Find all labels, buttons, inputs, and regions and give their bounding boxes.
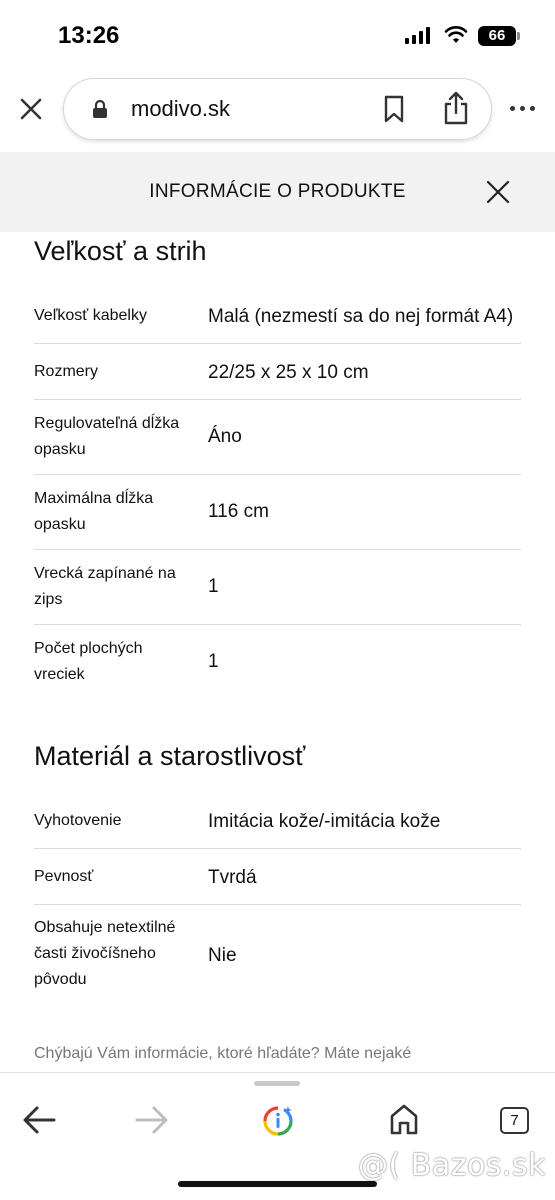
wifi-icon [444,26,468,43]
share-icon[interactable] [442,91,470,125]
lock-icon [93,99,107,118]
watermark-logo: @( Bazos.sk [358,1148,546,1183]
spec-label: Rozmery [34,363,99,380]
drag-handle[interactable] [254,1081,300,1086]
table-row: Pevnosť Tvrdá [34,849,521,905]
table-row: Rozmery 22/25 x 25 x 10 cm [34,344,521,400]
url-text: modivo.sk [131,96,231,121]
panel-title: INFORMÁCIE O PRODUKTE [149,181,406,202]
google-lens-icon[interactable] [262,1105,294,1137]
spec-value: Tvrdá [208,867,257,888]
status-bar: 13:26 66 [0,0,555,72]
spec-label: Regulovateľná dĺžka opasku [34,415,180,458]
status-time: 13:26 [58,22,120,49]
table-row: Obsahuje netextilné časti živočíšneho pô… [34,905,521,1005]
spec-label: Maximálna dĺžka opasku [34,490,154,533]
forward-arrow-icon[interactable] [135,1105,169,1135]
table-row: Vrecká zapínané na zips 1 [34,550,521,625]
address-bar[interactable]: modivo.sk [63,78,492,140]
spec-value: Malá (nezmestí sa do nej formát A4) [208,306,514,327]
spec-value: Imitácia kože/-imitácia kože [208,811,441,832]
missing-info-note: Chýbajú Vám informácie, ktoré hľadáte? M… [34,1045,412,1062]
tabs-count-button[interactable]: 7 [500,1107,529,1134]
spec-value: Nie [208,945,237,966]
product-info-header: INFORMÁCIE O PRODUKTE [0,152,555,232]
spec-label: Počet plochých vreciek [34,640,143,683]
battery-tip [517,32,520,40]
back-arrow-icon[interactable] [22,1105,56,1135]
spec-value: 22/25 x 25 x 10 cm [208,362,369,383]
spec-value: Áno [208,426,242,447]
table-row: Počet plochých vreciek 1 [34,625,521,700]
more-options-icon[interactable] [510,106,538,112]
cellular-signal-icon [405,27,430,44]
bookmark-icon[interactable] [382,95,406,123]
table-row: Veľkosť kabelky Malá (nezmestí sa do nej… [34,288,521,344]
browser-url-row: modivo.sk [0,72,555,152]
spec-value: 1 [208,576,219,597]
spec-label: Pevnosť [34,868,94,885]
spec-label: Obsahuje netextilné časti živočíšneho pô… [34,919,176,988]
battery-indicator: 66 [478,26,516,46]
size-section-title: Veľkosť a strih [34,236,207,266]
home-icon[interactable] [389,1103,419,1135]
spec-label: Vrecká zapínané na zips [34,565,176,608]
home-indicator[interactable] [178,1181,377,1187]
material-spec-table: Vyhotovenie Imitácia kože/-imitácia kože… [34,794,521,1005]
spec-label: Veľkosť kabelky [34,307,147,324]
close-panel-icon[interactable] [486,180,510,204]
spec-label: Vyhotovenie [34,812,122,829]
material-section-title: Materiál a starostlivosť [34,741,306,771]
size-spec-table: Veľkosť kabelky Malá (nezmestí sa do nej… [34,288,521,700]
table-row: Regulovateľná dĺžka opasku Áno [34,400,521,475]
table-row: Maximálna dĺžka opasku 116 cm [34,475,521,550]
table-row: Vyhotovenie Imitácia kože/-imitácia kože [34,794,521,849]
spec-value: 1 [208,651,219,672]
spec-value: 116 cm [208,501,269,522]
close-tab-icon[interactable] [18,96,44,122]
